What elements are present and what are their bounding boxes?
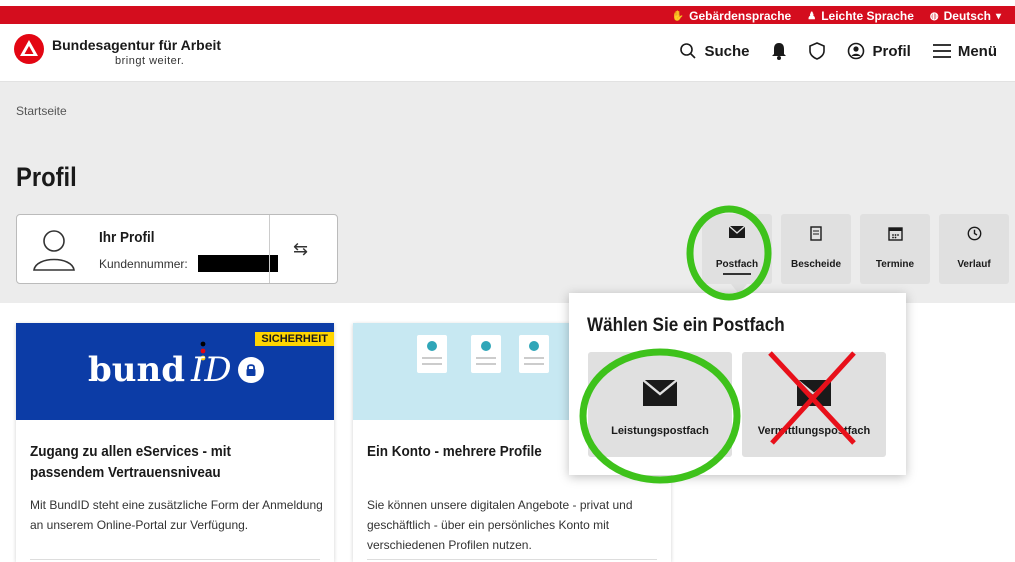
sign-language-link[interactable]: ✋ Gebärdensprache <box>672 9 792 23</box>
clock-icon <box>939 226 1009 241</box>
user-circle-icon <box>848 42 865 60</box>
switch-profile-icon[interactable]: ⇆ <box>293 239 308 260</box>
tile-label: Bescheide <box>790 259 842 270</box>
option-label: Vermittlungspostfach <box>757 425 871 437</box>
tile-verlauf[interactable]: Verlauf <box>939 214 1009 284</box>
profile-sheet-illustration <box>519 335 549 373</box>
globe-icon: ◍ <box>929 10 939 22</box>
top-utility-bar: ✋ Gebärdensprache ♟ Leichte Sprache ◍ Deuts… <box>0 0 1015 24</box>
profile-name: Ihr Profil <box>99 229 155 246</box>
menu-button[interactable]: Menü <box>932 43 997 60</box>
document-icon <box>781 226 851 241</box>
vermittlungspostfach-button[interactable]: Vermittlungspostfach <box>742 352 886 457</box>
reader-icon: ♟ <box>807 10 817 22</box>
card-title: Zugang zu allen eServices - mit passendem… <box>30 443 232 481</box>
page-title: Profil <box>16 162 77 192</box>
breadcrumb[interactable]: Startseite <box>16 104 67 118</box>
site-header: Bundesagentur für Arbeit bringt weiter. … <box>0 24 1015 82</box>
easy-language-link[interactable]: ♟ Leichte Sprache <box>807 9 914 23</box>
profile-sheet-illustration <box>417 335 447 373</box>
divider <box>269 215 270 283</box>
hand-icon: ✋ <box>671 10 685 22</box>
shield-icon <box>809 42 826 60</box>
option-label: Leistungspostfach <box>611 425 709 437</box>
logo[interactable] <box>14 34 44 64</box>
bundid-banner: SICHERHEIT bund ID <box>16 323 334 420</box>
envelope-icon <box>702 226 772 238</box>
envelope-icon <box>588 380 732 406</box>
profile-button[interactable]: Profil <box>847 42 911 60</box>
customer-number-label: Kundennummer: <box>99 257 188 271</box>
brand-name[interactable]: Bundesagentur für Arbeit <box>52 37 221 53</box>
profile-card[interactable]: Ihr Profil Kundennummer: ⇆ <box>16 214 338 284</box>
security-badge: SICHERHEIT <box>255 332 334 346</box>
language-selector[interactable]: ◍ Deutsch ▾ <box>930 9 1001 23</box>
security-button[interactable] <box>809 42 826 60</box>
search-icon <box>680 43 697 59</box>
card-body: Sie können unsere digitalen Angebote - p… <box>367 498 633 552</box>
envelope-icon <box>742 380 886 406</box>
bundid-card[interactable]: SICHERHEIT bund ID Zugang zu allen eServi… <box>16 323 334 562</box>
notifications-button[interactable] <box>771 42 787 60</box>
leistungspostfach-button[interactable]: Leistungspostfach <box>588 352 732 457</box>
lock-icon <box>237 357 264 383</box>
person-icon <box>33 230 75 271</box>
card-body: Mit BundID steht eine zusätzliche Form d… <box>30 498 323 532</box>
tile-postfach[interactable]: Postfach <box>702 214 772 294</box>
hamburger-icon <box>932 44 951 58</box>
customer-number-redacted <box>198 255 278 272</box>
card-divider <box>367 559 657 560</box>
dropdown-title: Wählen Sie ein Postfach <box>587 315 785 336</box>
tile-termine[interactable]: Termine <box>860 214 930 284</box>
tile-bescheide[interactable]: Bescheide <box>781 214 851 284</box>
chevron-down-icon: ▾ <box>995 10 1001 22</box>
card-divider <box>30 559 320 560</box>
postfach-dropdown: Wählen Sie ein Postfach Leistungspostfac… <box>569 293 906 475</box>
tile-label: Verlauf <box>957 259 991 270</box>
profile-sheet-illustration <box>471 335 501 373</box>
tile-label: Termine <box>875 259 915 270</box>
tile-label: Postfach <box>702 259 772 275</box>
bell-icon <box>772 43 787 60</box>
main-nav: Suche Profil Menü <box>679 42 997 60</box>
search-button[interactable]: Suche <box>679 42 749 60</box>
bundid-logo: bund ID <box>88 350 264 390</box>
calendar-icon <box>860 226 930 241</box>
brand-tagline: bringt weiter. <box>115 55 185 67</box>
